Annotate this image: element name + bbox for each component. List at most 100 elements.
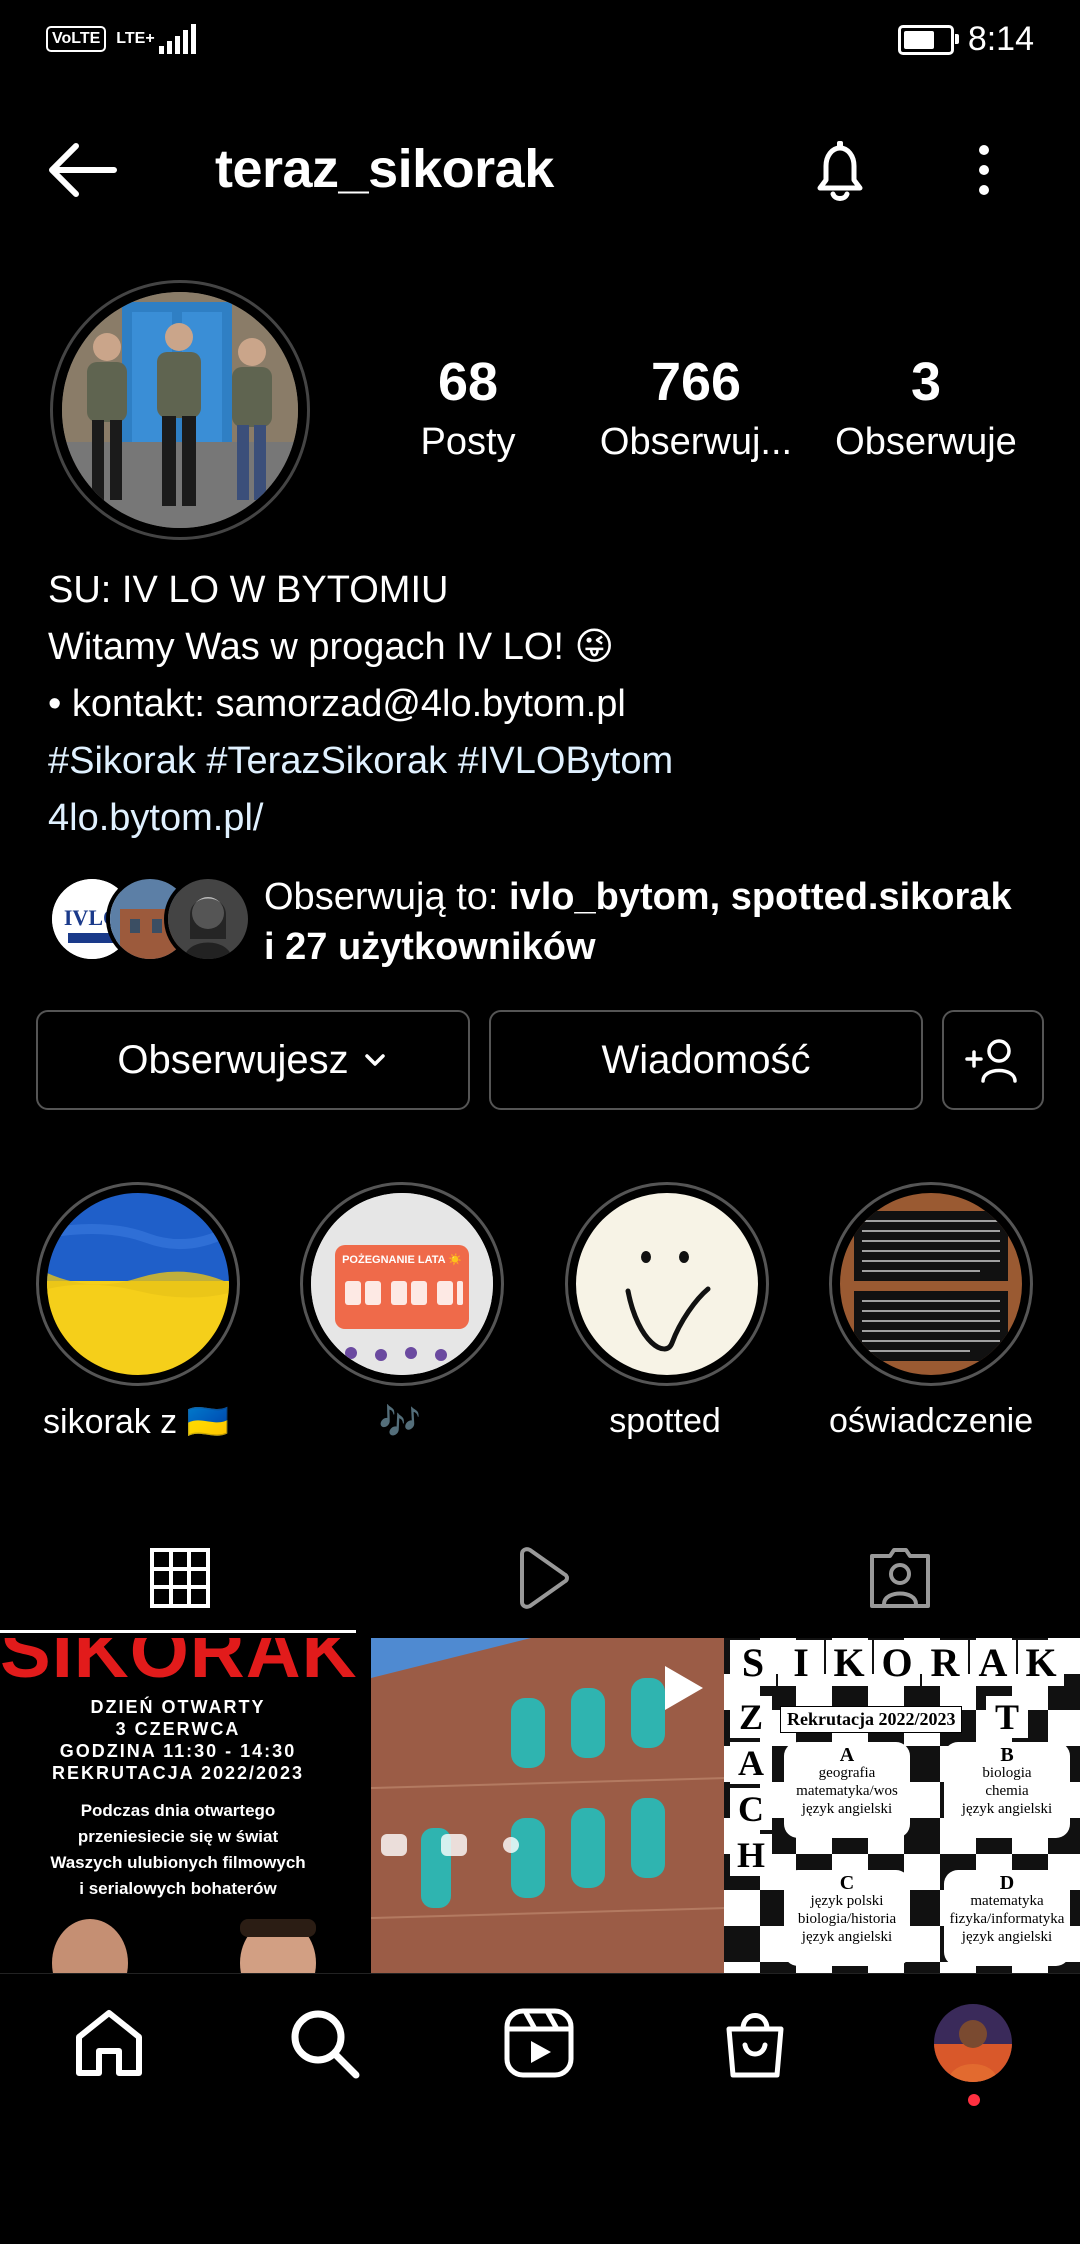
nav-home[interactable] [64,1998,154,2088]
highlight-ring [36,1182,240,1386]
post3-title-row: S I K O R A K [730,1640,1064,1686]
home-icon [76,2010,142,2076]
highlight-thumb-statement [840,1193,1022,1375]
post3-banner: Rekrutacja 2022/2023 [780,1706,963,1733]
highlight-statement[interactable]: oświadczenie [829,1182,1034,1441]
signal-icon [158,24,196,54]
reel-play-icon [665,1666,703,1710]
highlight-ring: POŻEGNANIE LATA ☀️ [300,1182,504,1386]
card-letter: B [1000,1744,1014,1766]
card-letter: C [839,1872,855,1894]
followed-by-names: ivlo_bytom, spotted.sikorak [509,876,1012,918]
card-letter: A [839,1744,855,1766]
nav-reels[interactable] [494,1998,584,2088]
message-button[interactable]: Wiadomość [489,1010,923,1110]
highlight-ring [829,1182,1033,1386]
following-label: Obserwuje [835,421,1017,463]
posts-label: Posty [420,421,516,463]
card-line: matematyka/wos [796,1783,898,1799]
post-tile-recruitment[interactable]: S I K O R A K Z A C H T Rekrutacja 2022/… [724,1638,1080,1973]
notification-dot [968,2094,980,2106]
card-line: język angielski [801,1929,893,1945]
stat-posts[interactable]: 68 Posty [353,350,583,470]
post3-letter: O [874,1640,920,1686]
play-icon [520,1547,569,1609]
post1-line: DZIEŃ OTWARTY [90,1697,266,1717]
card-line: chemia [985,1783,1029,1799]
highlight-caption: 🎶 [378,1403,422,1441]
post3-side-letters: Z A C H [730,1696,772,1876]
highlight-thumb-ukraine-flag [47,1193,229,1375]
post3-side-letter: Z [730,1696,772,1738]
post1-line: 3 CZERWCA [115,1719,241,1739]
countdown-title: POŻEGNANIE LATA ☀️ [342,1254,462,1266]
following-button[interactable]: Obserwujesz [36,1010,470,1110]
highlight-caption: sikorak z 🇺🇦 [43,1403,229,1441]
back-arrow-icon[interactable] [46,140,118,200]
highlight-thumb-smiley [576,1193,758,1375]
post-tile-school-reel[interactable] [371,1638,727,1973]
bio-line-contact: • kontakt: samorzad@4lo.bytom.pl [48,683,626,725]
status-left: VoLTE LTE+ [46,24,196,54]
tab-posts-grid[interactable] [0,1528,360,1628]
nav-search[interactable] [279,1998,369,2088]
post1-line: GODZINA 11:30 - 14:30 [59,1741,297,1761]
tagged-person-icon [870,1548,930,1608]
chevron-down-icon [364,1054,385,1066]
nav-profile[interactable] [928,1998,1018,2088]
post1-info: DZIEŃ OTWARTY 3 CZERWCA GODZINA 11:30 - … [0,1696,356,1784]
battery-icon [897,24,959,55]
status-bar: VoLTE LTE+ 8:14 [0,0,1080,84]
shopping-bag-icon [726,2013,784,2078]
mutual-followers-avatars[interactable]: IVLO [48,875,252,965]
post1-body-line: Podczas dnia otwartego [80,1801,276,1820]
stat-followers[interactable]: 766 Obserwuj... [581,350,811,470]
grid-icon [150,1548,210,1608]
search-icon [291,2010,360,2079]
post3-letter: R [922,1640,968,1686]
tab-reels[interactable] [360,1528,720,1628]
profile-username: teraz_sikorak [215,139,554,199]
followers-label: Obserwuj... [599,421,793,463]
card-line: fizyka/informatyka [949,1911,1065,1927]
mutual-avatar-user [164,875,252,963]
highlight-music[interactable]: POŻEGNANIE LATA ☀️ 🎶 [300,1182,504,1442]
card-line: język polski [810,1893,884,1909]
post1-line: REKRUTACJA 2022/2023 [51,1763,305,1783]
highlight-spotted[interactable]: spotted [565,1182,769,1441]
bio-hashtags[interactable]: #Sikorak #TerazSikorak #IVLOBytom [48,733,1048,790]
card-line: biologia/historia [797,1911,897,1927]
more-options-icon[interactable] [968,140,1000,204]
highlight-ukraine[interactable]: sikorak z 🇺🇦 [36,1182,240,1442]
post3-card-d: D matematyka fizyka/informatyka język an… [944,1870,1070,1966]
followed-by-text[interactable]: Obserwują to: ivlo_bytom, spotted.sikora… [264,872,1054,972]
lte-label: LTE+ [116,30,155,47]
clock: 8:14 [967,20,1034,58]
profile-avatar[interactable] [62,292,298,528]
post3-letter: I [778,1640,824,1686]
post1-faces [52,1919,316,1973]
post1-body-line: przeniesiecie się w świat [77,1827,279,1846]
post3-card-b: B biologia chemia język angielski [944,1742,1070,1838]
post3-extra-letter: T [986,1696,1028,1738]
nav-shop[interactable] [710,1998,800,2088]
posts-count: 68 [437,352,499,412]
post3-card-c: C język polski biologia/historia język a… [784,1870,910,1966]
bell-icon[interactable] [804,136,876,208]
add-person-icon [965,1039,1017,1083]
post3-side-letter: A [730,1742,772,1784]
post3-side-letter: C [730,1788,772,1830]
post-tile-open-day[interactable]: SIKORAK DZIEŃ OTWARTY 3 CZERWCA GODZINA … [0,1638,356,1973]
bio-website-link[interactable]: 4lo.bytom.pl/ [48,790,1048,847]
post1-title: SIKORAK [0,1638,356,1694]
card-line: język angielski [961,1929,1053,1945]
highlight-caption: oświadczenie [829,1402,1034,1440]
post1-body-line: Waszych ulubionych filmowych [50,1853,306,1872]
card-line: język angielski [801,1801,893,1817]
bio-line-name: SU: IV LO W BYTOMIU [48,569,449,611]
suggested-users-button[interactable] [942,1010,1044,1110]
card-line: biologia [982,1765,1032,1781]
stat-following[interactable]: 3 Obserwuje [811,350,1041,470]
highlight-ring [565,1182,769,1386]
tab-tagged[interactable] [720,1528,1080,1628]
